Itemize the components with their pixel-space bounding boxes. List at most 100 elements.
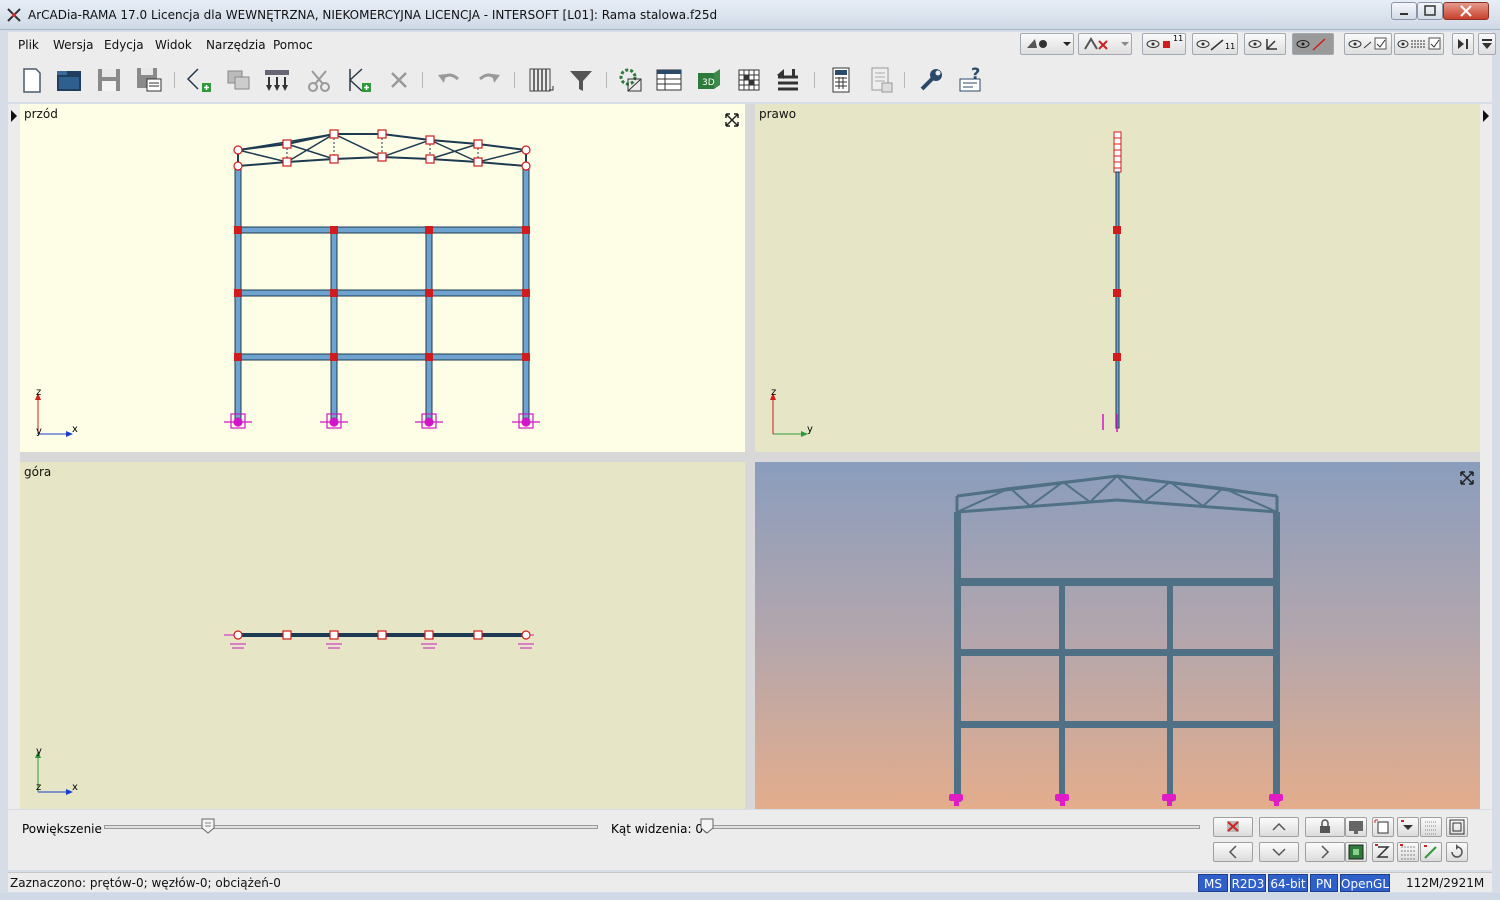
viewport-front[interactable]: przód z x y [20,104,745,452]
green-view-icon [1348,844,1364,860]
refresh-icon [1451,844,1463,858]
show-grid-toggle[interactable] [1394,33,1444,55]
menu-plik[interactable]: Plik [18,38,39,52]
properties-icon[interactable] [616,65,646,95]
viewport-top[interactable]: góra y x z [20,462,745,809]
toolbar-separator [814,72,815,88]
minimize-button[interactable] [1391,2,1417,20]
view-angle-label: Kąt widzenia: 00 [611,822,711,836]
pencil-button[interactable] [1420,842,1442,862]
grid-toggle-button[interactable] [1420,817,1442,837]
undo-icon[interactable] [434,65,464,95]
lock-view-button[interactable] [1305,817,1345,837]
view-angle-slider-thumb[interactable] [700,818,714,834]
scroll-down-button[interactable] [1478,33,1496,55]
settings-wrench-icon[interactable] [916,65,946,95]
save-icon[interactable] [94,65,124,95]
rotate-down-button[interactable] [1259,842,1299,862]
3d-frame [954,512,1280,802]
filter-icon[interactable] [566,65,596,95]
menu-widok[interactable]: Widok [155,38,192,52]
report-icon[interactable] [866,65,896,95]
rotate-right-button[interactable] [1305,842,1345,862]
delete-icon[interactable] [384,65,414,95]
open-file-icon[interactable] [54,65,84,95]
delete-view-button[interactable] [1213,817,1253,837]
render-mode-dropdown[interactable] [1020,33,1074,55]
add-member-icon[interactable] [184,65,214,95]
frame-button[interactable] [1446,817,1468,837]
expand-left-icon[interactable] [8,104,20,134]
maximize-button[interactable] [1417,2,1443,20]
sections-icon[interactable] [526,65,556,95]
render-mode-icon [1027,39,1071,48]
fit-view-button[interactable] [1372,817,1394,837]
menu-wersja[interactable]: Wersja [53,38,93,52]
view-angle-slider[interactable] [702,825,1200,829]
loads-count-badge: 11 [1173,34,1184,43]
transfer-icon[interactable] [774,65,804,95]
right-view-drawing [770,131,1122,437]
show-loads-toggle[interactable]: 11 [1142,33,1186,55]
copy-icon[interactable] [224,65,254,95]
show-supports-toggle[interactable] [1244,33,1286,55]
zoom-slider-thumb[interactable] [201,818,215,834]
show-members-toggle[interactable]: 11 [1192,33,1238,55]
redo-icon[interactable] [474,65,504,95]
expand-right-icon[interactable] [1480,104,1492,134]
viewport-3d[interactable] [755,462,1480,809]
display-options-dropdown[interactable] [1078,33,1132,55]
title-bar: ArCADia-RAMA 17.0 Licencja dla WEWNĘTRZN… [0,0,1500,30]
menu-pomoc[interactable]: Pomoc [273,38,313,52]
screen-button[interactable] [1345,817,1367,837]
pattern-icon [1400,844,1415,860]
viewport-label-top: góra [24,465,52,479]
refresh-button[interactable] [1446,842,1468,862]
menu-narzedzia[interactable]: Narzędzia [206,38,266,52]
zoom-slider[interactable] [104,825,598,829]
maximize-view-icon[interactable] [1459,470,1475,486]
add-load-icon[interactable] [262,65,292,95]
display-options-icon [1084,37,1129,50]
collapse-panel-button[interactable] [1452,33,1474,55]
toolbar-separator [422,72,423,88]
menu-edycja[interactable]: Edycja [104,38,144,52]
scroll-down-icon [1482,39,1492,49]
frame-icon [1449,819,1465,835]
toolbar-separator [174,72,175,88]
calculator-icon[interactable] [826,65,856,95]
pattern-button[interactable] [1397,842,1419,862]
save-as-icon[interactable] [134,65,164,95]
arrow-left-icon [1228,845,1237,859]
cut-icon[interactable] [304,65,334,95]
table-icon[interactable] [654,65,684,95]
grid-icon[interactable] [734,65,764,95]
grid-toggle-icon [1425,821,1437,835]
new-file-icon[interactable] [16,65,46,95]
3d-view-icon[interactable]: 3D [694,65,724,95]
add-node-icon[interactable] [344,65,374,95]
minimize-icon [1400,13,1408,15]
right-axis-y-label: y [807,424,813,435]
3d-supports [949,794,1283,806]
show-nodes-toggle[interactable] [1292,33,1334,55]
arrow-up-icon [1272,822,1286,831]
z-axis-button[interactable] [1372,842,1394,862]
viewport-right[interactable]: prawo z y [755,104,1480,452]
top-axis-z-label: z [36,782,42,793]
delete-view-icon [1227,821,1239,832]
rotate-up-button[interactable] [1259,817,1299,837]
help-icon[interactable]: ? [956,65,986,95]
status-indicator-64bit: 64-bit [1268,874,1308,892]
front-axis-x-label: x [72,424,78,435]
show-nodes-icon [1296,38,1326,51]
green-view-button[interactable] [1345,842,1367,862]
horizontal-splitter[interactable] [20,452,1480,462]
viewport-label-right: prawo [759,107,797,121]
view-dropdown-button[interactable] [1397,817,1419,837]
close-button[interactable] [1443,2,1489,20]
status-indicator-ms: MS [1198,874,1228,892]
show-axes-toggle[interactable] [1344,33,1392,55]
maximize-view-icon[interactable] [724,112,740,128]
rotate-left-button[interactable] [1213,842,1253,862]
